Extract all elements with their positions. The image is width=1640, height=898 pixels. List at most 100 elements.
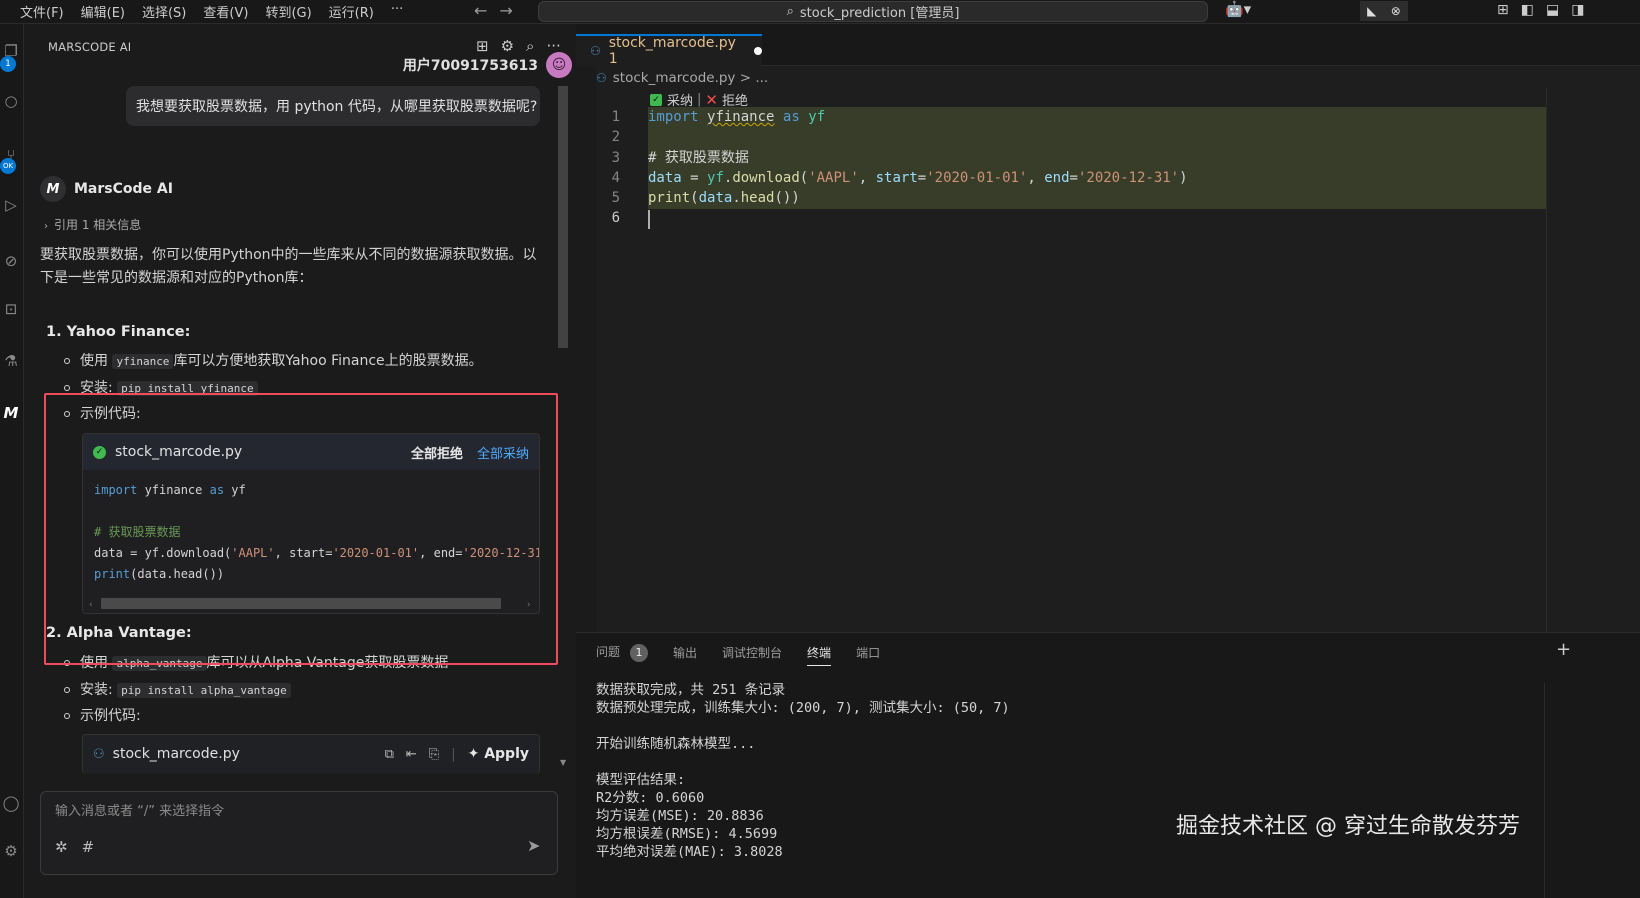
code-line: 6 (576, 208, 1546, 228)
terminal-output[interactable]: 数据获取完成，共 251 条记录数据预处理完成，训练集大小: (200, 7),… (596, 681, 1010, 861)
chat-input[interactable] (55, 804, 535, 819)
code-card-alphavantage: ⚇ stock_marcode.py ⧉ ⇤ ⎘ | ✦ Apply (82, 734, 540, 774)
tab-output[interactable]: 输出 (673, 644, 697, 665)
user-message-bubble: 我想要获取股票数据，用 python 代码，从哪里获取股票数据呢? (126, 86, 540, 126)
source-control-badge: OK (0, 158, 16, 174)
settings-gear-icon[interactable]: ⚙ (0, 842, 22, 860)
scroll-down-icon[interactable]: ▼ (560, 758, 566, 767)
code-editor[interactable]: 1 import yfinance as yf 2 3 # 获取股票数据 4 data… (576, 107, 1546, 229)
ai-message-header: M MarsCode AI (40, 176, 173, 202)
line-number: 5 (611, 190, 620, 207)
terminal-scrollbar[interactable] (1544, 683, 1558, 898)
chat-input-box: ✲ # ➤ (40, 791, 558, 875)
reject-x-icon: ✕ (705, 90, 718, 109)
tab-label: stock_marcode.py 1 (608, 35, 736, 67)
toggle-sidebar-icon[interactable]: ◧ (1521, 2, 1534, 18)
back-arrow-icon[interactable]: ← (474, 1, 487, 20)
terminal-line: 数据获取完成，共 251 条记录 (596, 682, 786, 698)
list-item: 使用 yfinance 库可以方便地获取Yahoo Finance上的股票数据。 (64, 350, 483, 370)
new-file-icon[interactable]: ⎘ (429, 747, 439, 762)
tab-ports[interactable]: 端口 (856, 644, 880, 665)
toggle-panel-icon[interactable]: ⬓ (1546, 2, 1559, 18)
testing-icon[interactable]: ⚗ (0, 352, 22, 370)
line-number: 4 (611, 169, 620, 186)
code-line: 1 import yfinance as yf (576, 107, 1546, 127)
activity-bar: ❐ 1 ○ ⑂ OK ▷ ⊘ ⊡ ⚗ M ◯ ⚙ (0, 24, 24, 898)
remote-explorer-icon[interactable]: ⊘ (0, 252, 22, 270)
ai-name: MarsCode AI (74, 181, 173, 197)
section-title-yahoo: 1. Yahoo Finance: (46, 324, 191, 340)
search-view-icon[interactable]: ○ (0, 92, 22, 110)
panel-tabs: 问题 1 输出 调试控制台 终端 端口 (596, 643, 905, 666)
user-name: 用户70091753613 (402, 58, 538, 74)
explorer-badge: 1 (0, 56, 16, 72)
bullet-icon (64, 385, 70, 391)
run-debug-icon[interactable]: ▷ (0, 196, 22, 214)
menu-view[interactable]: 查看(V) (203, 2, 248, 21)
magic-wand-icon[interactable]: ✲ (55, 838, 68, 856)
code-card-tools: ⧉ ⇤ ⎘ | ✦ Apply (385, 746, 529, 762)
menu-file[interactable]: 文件(F) (20, 2, 64, 21)
copilot-icon[interactable]: 🤖▾ (1225, 0, 1251, 18)
python-file-icon: ⚇ (590, 44, 601, 58)
toggle-secondary-sidebar-icon[interactable]: ◨ (1571, 2, 1584, 18)
watermark: 掘金技术社区 @ 穿过生命散发芬芳 (1176, 814, 1520, 839)
reference-toggle[interactable]: › 引用 1 相关信息 (44, 216, 141, 233)
insert-icon[interactable]: ⇤ (406, 747, 417, 762)
search-icon: ⌕ (786, 4, 794, 19)
new-terminal-icon[interactable]: + (1556, 639, 1571, 660)
code-line: 4 data = yf.download('AAPL', start='2020-… (576, 168, 1546, 188)
copy-icon[interactable]: ⧉ (385, 747, 394, 762)
problems-count-badge: 1 (630, 644, 649, 662)
bottom-panel: 问题 1 输出 调试控制台 终端 端口 + 数据获取完成，共 251 条记录数据预… (576, 632, 1640, 898)
breadcrumb-text: stock_marcode.py > ... (612, 70, 769, 86)
terminal-line: 均方误差(MSE): 20.8836 (596, 808, 764, 824)
code-line: 5 print(data.head()) (576, 188, 1546, 208)
command-center[interactable]: ⌕ stock_prediction [管理员] (538, 1, 1208, 22)
tab-label: 问题 (596, 645, 621, 659)
account-icon[interactable]: ◯ (0, 794, 22, 812)
menu-edit[interactable]: 编辑(E) (81, 2, 125, 21)
forward-arrow-icon[interactable]: → (499, 1, 512, 20)
chat-scrollbar[interactable] (558, 86, 568, 348)
terminal-line: 模型评估结果: (596, 772, 686, 788)
tab-problems[interactable]: 问题 1 (596, 643, 649, 666)
marscode-logo-icon: M (40, 176, 66, 202)
menu-go[interactable]: 转到(G) (265, 2, 311, 21)
tab-stock-marcode[interactable]: ⚇ stock_marcode.py 1 (576, 34, 762, 67)
menu-selection[interactable]: 选择(S) (142, 2, 186, 21)
menu-run[interactable]: 运行(R) (329, 2, 374, 21)
marscode-icon[interactable]: M (0, 404, 22, 422)
menu-more[interactable]: ··· (391, 2, 403, 21)
code-line: 3 # 获取股票数据 (576, 148, 1546, 168)
list-text: 库可以方便地获取Yahoo Finance上的股票数据。 (173, 353, 483, 369)
tab-terminal[interactable]: 终端 (807, 644, 832, 666)
send-icon[interactable]: ➤ (527, 836, 540, 855)
minimap[interactable] (1546, 88, 1568, 632)
extensions-icon[interactable]: ⊡ (0, 300, 22, 318)
apply-label: Apply (484, 746, 529, 762)
separator: | (697, 92, 702, 107)
terminal-line: 数据预处理完成，训练集大小: (200, 7), 测试集大小: (50, 7) (596, 700, 1010, 716)
bullet-icon (64, 713, 70, 719)
inline-code: pip install alpha_vantage (117, 683, 291, 698)
layout-customize-icon[interactable]: ⊞ (1497, 2, 1509, 18)
list-item: 示例代码: (64, 705, 141, 725)
terminal-line: R2分数: 0.6060 (596, 790, 705, 806)
tab-debug-console[interactable]: 调试控制台 (722, 644, 782, 665)
breadcrumb[interactable]: ⚇ stock_marcode.py > ... (596, 70, 768, 86)
chevron-right-icon: › (44, 221, 48, 232)
user-face-icon: ☺ (551, 57, 567, 73)
apply-button[interactable]: ✦ Apply (468, 746, 529, 762)
text-cursor (648, 210, 650, 229)
terminal-line: 均方根误差(RMSE): 4.5699 (596, 826, 778, 842)
code-card-header: ⚇ stock_marcode.py ⧉ ⇤ ⎘ | ✦ Apply (83, 735, 539, 773)
close-circle-icon[interactable]: ⊗ (1391, 4, 1401, 18)
hash-button[interactable]: # (82, 838, 95, 856)
remote-icon[interactable]: ◣ (1367, 4, 1376, 18)
unsaved-dot-icon[interactable] (754, 47, 762, 55)
list-text: 安装: (80, 682, 113, 698)
reference-label: 引用 1 相关信息 (54, 218, 142, 232)
sparkle-icon: ✦ (467, 746, 480, 762)
